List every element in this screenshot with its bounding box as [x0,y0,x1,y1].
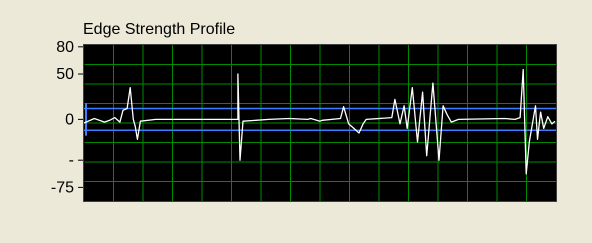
y-tick-label: 50 [56,66,74,83]
y-tick-label: 0 [65,111,74,128]
waveform-graph[interactable]: 80 50 0 - -75 [0,0,592,243]
edge-strength-graph-panel: Edge Strength Profile 80 50 0- -75 [0,0,592,243]
y-tick-label: 80 [56,39,74,56]
y-tick-label: -75 [51,179,74,196]
y-tick-label: - [69,152,74,169]
